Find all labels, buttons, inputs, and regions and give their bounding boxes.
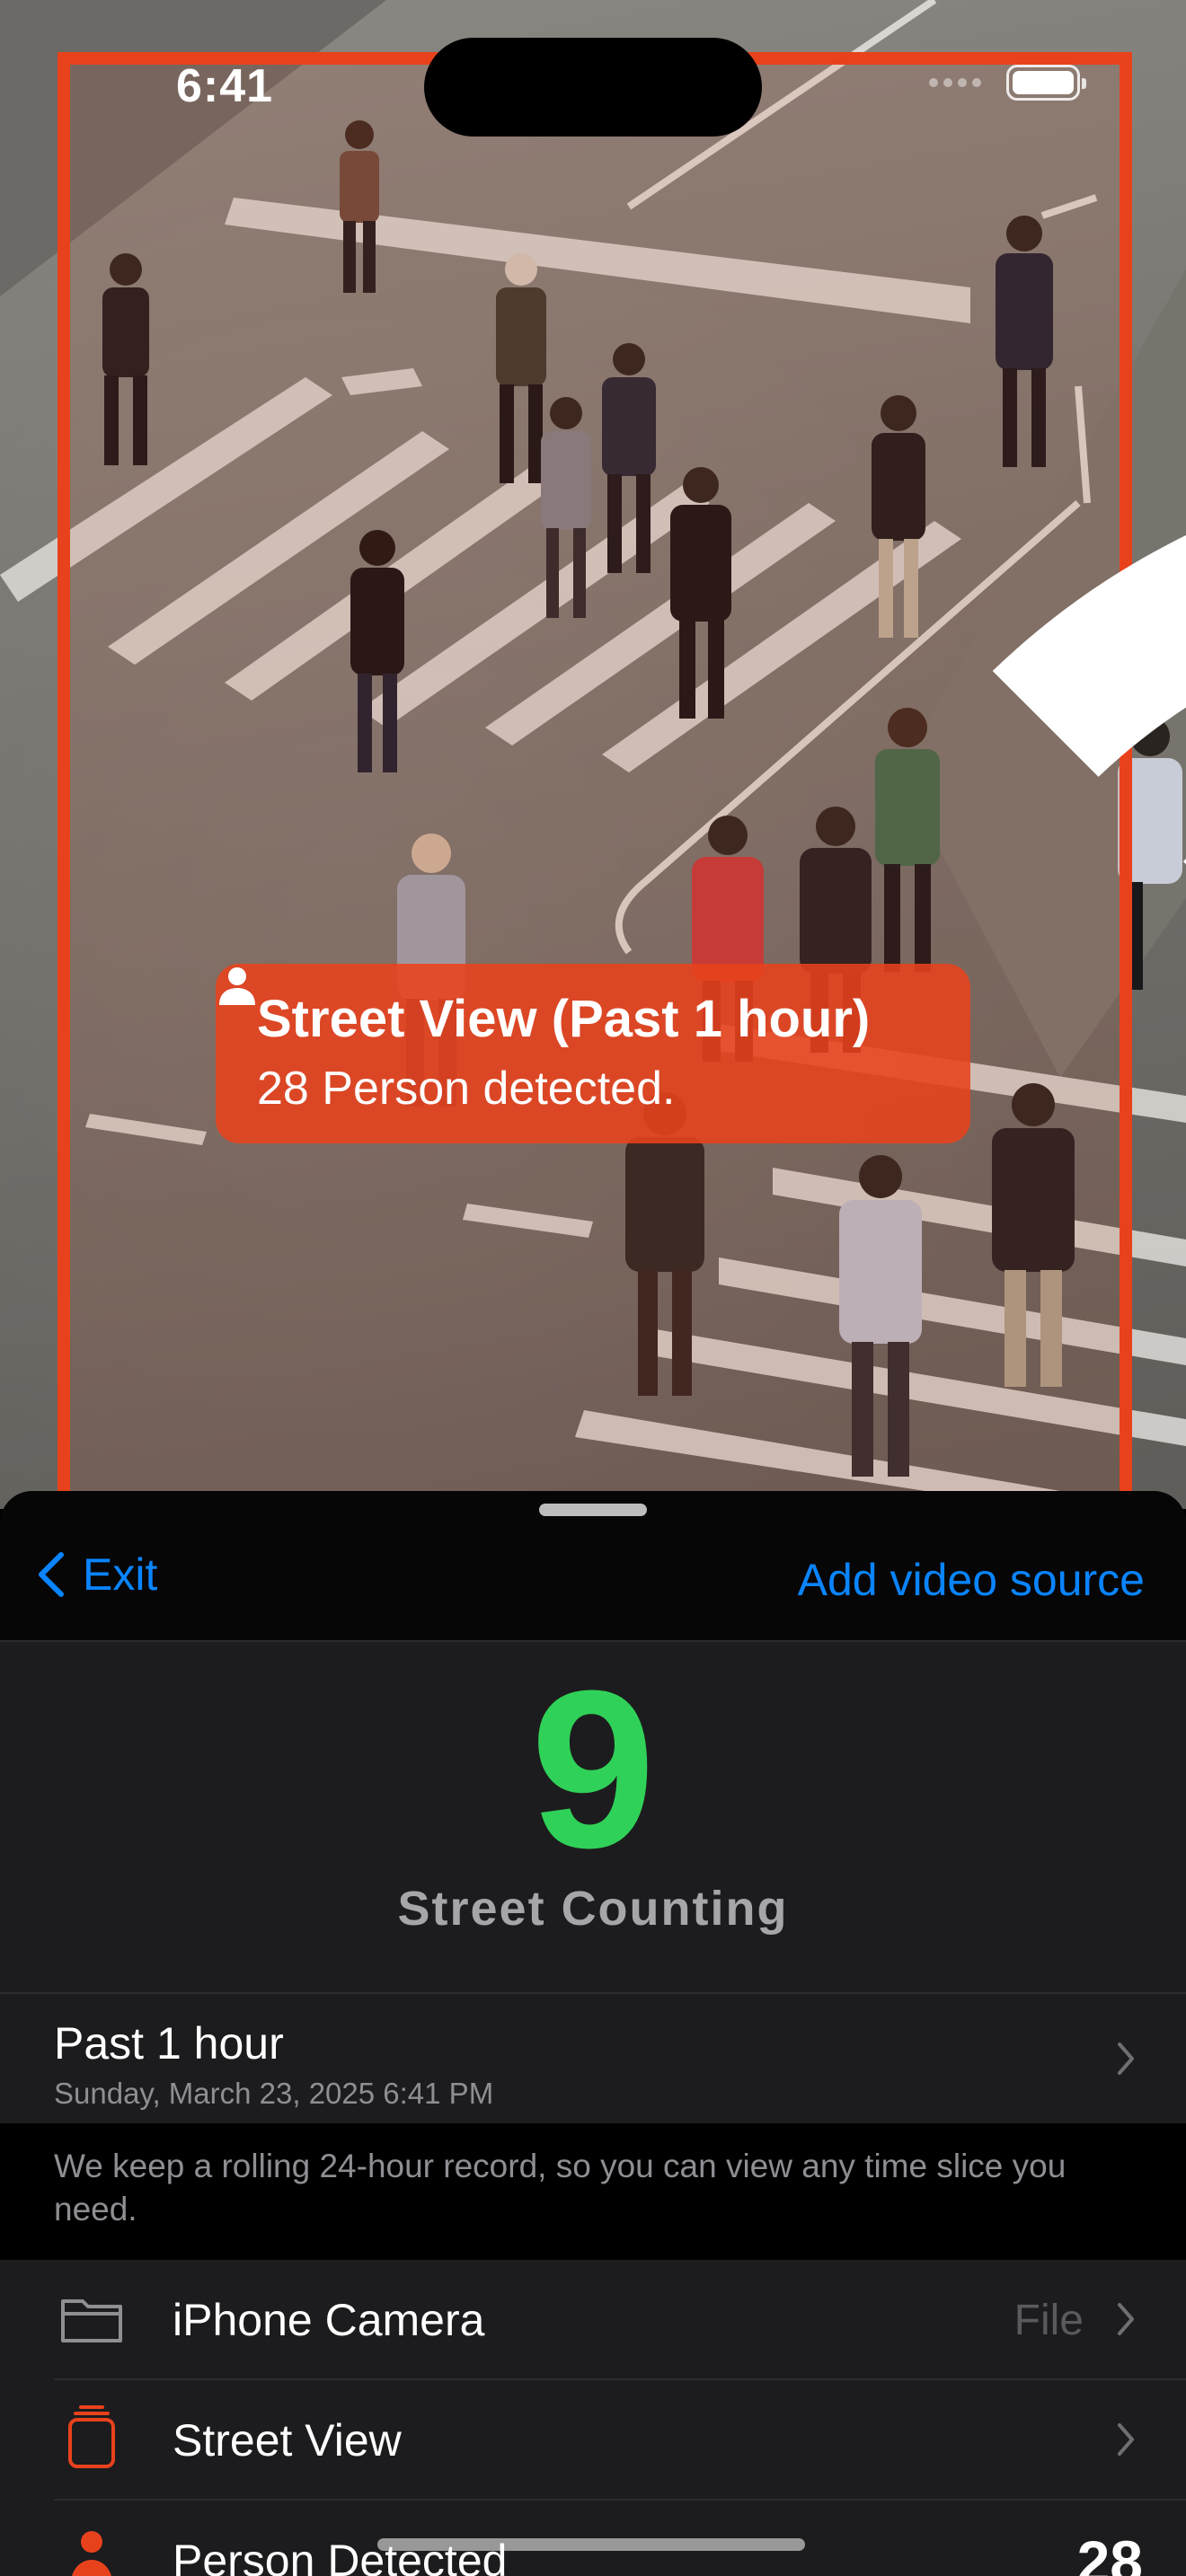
time-range-title: Past 1 hour <box>54 2018 284 2069</box>
detection-label-card[interactable]: Street View (Past 1 hour) 28 Person dete… <box>216 964 970 1143</box>
source-list: iPhone Camera File Street View Person De… <box>0 2260 1186 2576</box>
folder-icon <box>61 2299 122 2342</box>
home-indicator[interactable] <box>377 2538 805 2551</box>
list-item-label: iPhone Camera <box>173 2295 485 2345</box>
chevron-right-icon <box>1118 2423 1134 2456</box>
camera-stack-icon <box>68 2405 115 2468</box>
detection-count-text: 28 Person detected. <box>257 1063 676 1115</box>
wifi-icon <box>992 534 1186 865</box>
bottom-sheet: Exit Add video source 9 Street Counting … <box>0 1491 1186 2576</box>
counter-area: 9 Street Counting <box>0 1644 1186 1994</box>
battery-icon <box>1006 65 1086 101</box>
add-video-source-button[interactable]: Add video source <box>798 1554 1145 1606</box>
list-item-street-view[interactable]: Street View <box>0 2380 1186 2499</box>
detection-count-row: 28 Person detected. <box>219 967 929 1116</box>
time-range-subtitle: Sunday, March 23, 2025 6:41 PM <box>54 2077 494 2110</box>
exit-button[interactable]: Exit <box>36 1548 157 1601</box>
status-bar-right <box>929 65 1186 865</box>
chevron-right-icon <box>1118 2303 1134 2335</box>
retention-note: We keep a rolling 24-hour record, so you… <box>0 2123 1186 2260</box>
person-icon <box>71 2531 112 2576</box>
counter-value: 9 <box>530 1644 656 1894</box>
detection-card-title: Street View (Past 1 hour) <box>257 990 871 1048</box>
status-bar-time: 6:41 <box>176 60 274 112</box>
person-count-value: 28 <box>1076 2528 1143 2576</box>
chevron-right-icon <box>1118 2042 1134 2075</box>
chevron-left-icon <box>39 1552 64 1597</box>
list-item-label: Street View <box>173 2415 402 2466</box>
camera-feed: 6:41 Street View (Past 1 hour) 28 Person… <box>0 0 1186 1509</box>
list-item-iphone-camera[interactable]: iPhone Camera File <box>0 2260 1186 2378</box>
sheet-nav-bar: Exit Add video source <box>0 1491 1186 1642</box>
time-range-row[interactable]: Past 1 hour Sunday, March 23, 2025 6:41 … <box>0 1992 1186 2123</box>
exit-label: Exit <box>83 1549 158 1600</box>
screen: 6:41 Street View (Past 1 hour) 28 Person… <box>0 0 1186 2576</box>
dynamic-island <box>424 38 762 137</box>
person-icon <box>219 967 255 1005</box>
sheet-grabber[interactable] <box>539 1504 647 1516</box>
counter-name: Street Counting <box>397 1882 789 1936</box>
list-item-detail: File <box>1013 2297 1084 2344</box>
